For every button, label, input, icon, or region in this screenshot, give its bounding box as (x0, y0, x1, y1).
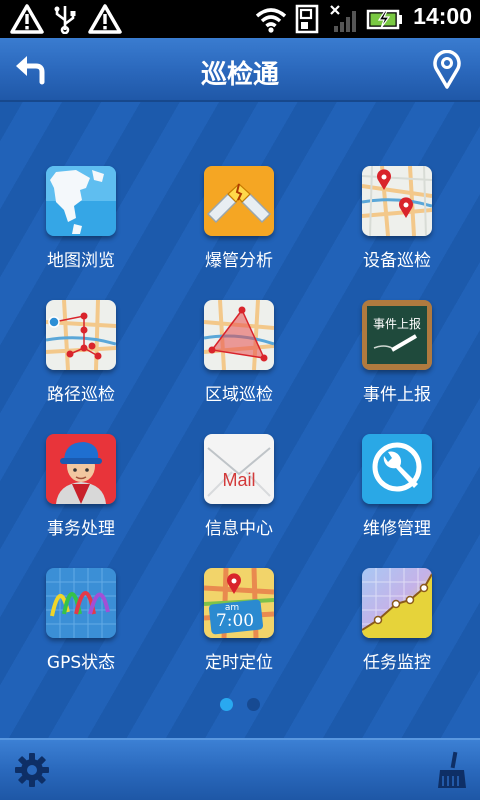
device-map-pins-icon (362, 166, 432, 236)
status-time: 14:00 (413, 3, 472, 29)
warning-icon (10, 4, 44, 34)
blackboard-text: 事件上报 (373, 316, 421, 331)
app-label: 事件上报 (363, 385, 431, 405)
app-maintenance[interactable]: 维修管理 (327, 434, 467, 554)
page-title: 巡检通 (200, 60, 279, 90)
mail-icon: Mail (204, 434, 274, 504)
clock-map-icon: am 7:00 (204, 568, 274, 638)
battery-charging-icon (366, 9, 402, 30)
wrench-icon (362, 434, 432, 504)
warning-icon (88, 4, 122, 34)
app-label: 地图浏览 (47, 251, 115, 271)
app-label: 设备巡检 (363, 251, 431, 271)
app-label: 定时定位 (205, 653, 273, 673)
title-bar: 巡检通 (0, 38, 480, 102)
route-map-icon (46, 300, 116, 370)
line-chart-icon (362, 568, 432, 638)
app-message-center[interactable]: Mail 信息中心 (169, 434, 309, 554)
pipe-burst-icon (204, 166, 274, 236)
app-event-report[interactable]: 事件上报 事件上报 (327, 300, 467, 420)
sd-card-icon (295, 4, 319, 34)
clock-time-text: 7:00 (216, 611, 254, 631)
app-pipe-burst[interactable]: 爆管分析 (169, 166, 309, 286)
world-map-icon (46, 166, 116, 236)
location-pin-icon[interactable] (430, 50, 464, 90)
usb-icon (54, 6, 76, 34)
gear-icon[interactable] (14, 752, 50, 788)
app-label: 信息中心 (205, 519, 273, 539)
blackboard-icon: 事件上报 (362, 300, 432, 370)
app-label: GPS状态 (46, 653, 116, 673)
page-dot[interactable] (246, 698, 260, 711)
page-dot-active[interactable] (220, 698, 234, 711)
app-label: 路径巡检 (47, 385, 115, 405)
app-affairs[interactable]: 事务处理 (11, 434, 151, 554)
no-signal-icon (330, 5, 356, 32)
app-task-monitor[interactable]: 任务监控 (327, 568, 467, 688)
page-indicator (0, 696, 480, 715)
app-label: 事务处理 (47, 519, 115, 539)
mail-text: Mail (222, 470, 255, 490)
wifi-icon (255, 8, 287, 33)
status-bar: 14:00 (0, 0, 480, 38)
app-grid-area: 地图浏览 爆管分析 设备巡检 路径巡检 区域巡检 事件上报 事件上报 事务处理 … (0, 102, 480, 738)
app-device-inspection[interactable]: 设备巡检 (327, 166, 467, 286)
app-label: 爆管分析 (205, 251, 273, 271)
bottom-bar (0, 738, 480, 800)
app-timed-location[interactable]: am 7:00 定时定位 (169, 568, 309, 688)
app-route-inspection[interactable]: 路径巡检 (11, 300, 151, 420)
app-label: 任务监控 (363, 653, 431, 673)
app-gps-status[interactable]: GPS状态 (11, 568, 151, 688)
app-label: 维修管理 (363, 519, 431, 539)
broom-icon[interactable] (434, 750, 468, 790)
app-label: 区域巡检 (205, 385, 273, 405)
app-map-browse[interactable]: 地图浏览 (11, 166, 151, 286)
app-area-inspection[interactable]: 区域巡检 (169, 300, 309, 420)
worker-icon (46, 434, 116, 504)
area-map-icon (204, 300, 274, 370)
gps-wave-icon (46, 568, 116, 638)
